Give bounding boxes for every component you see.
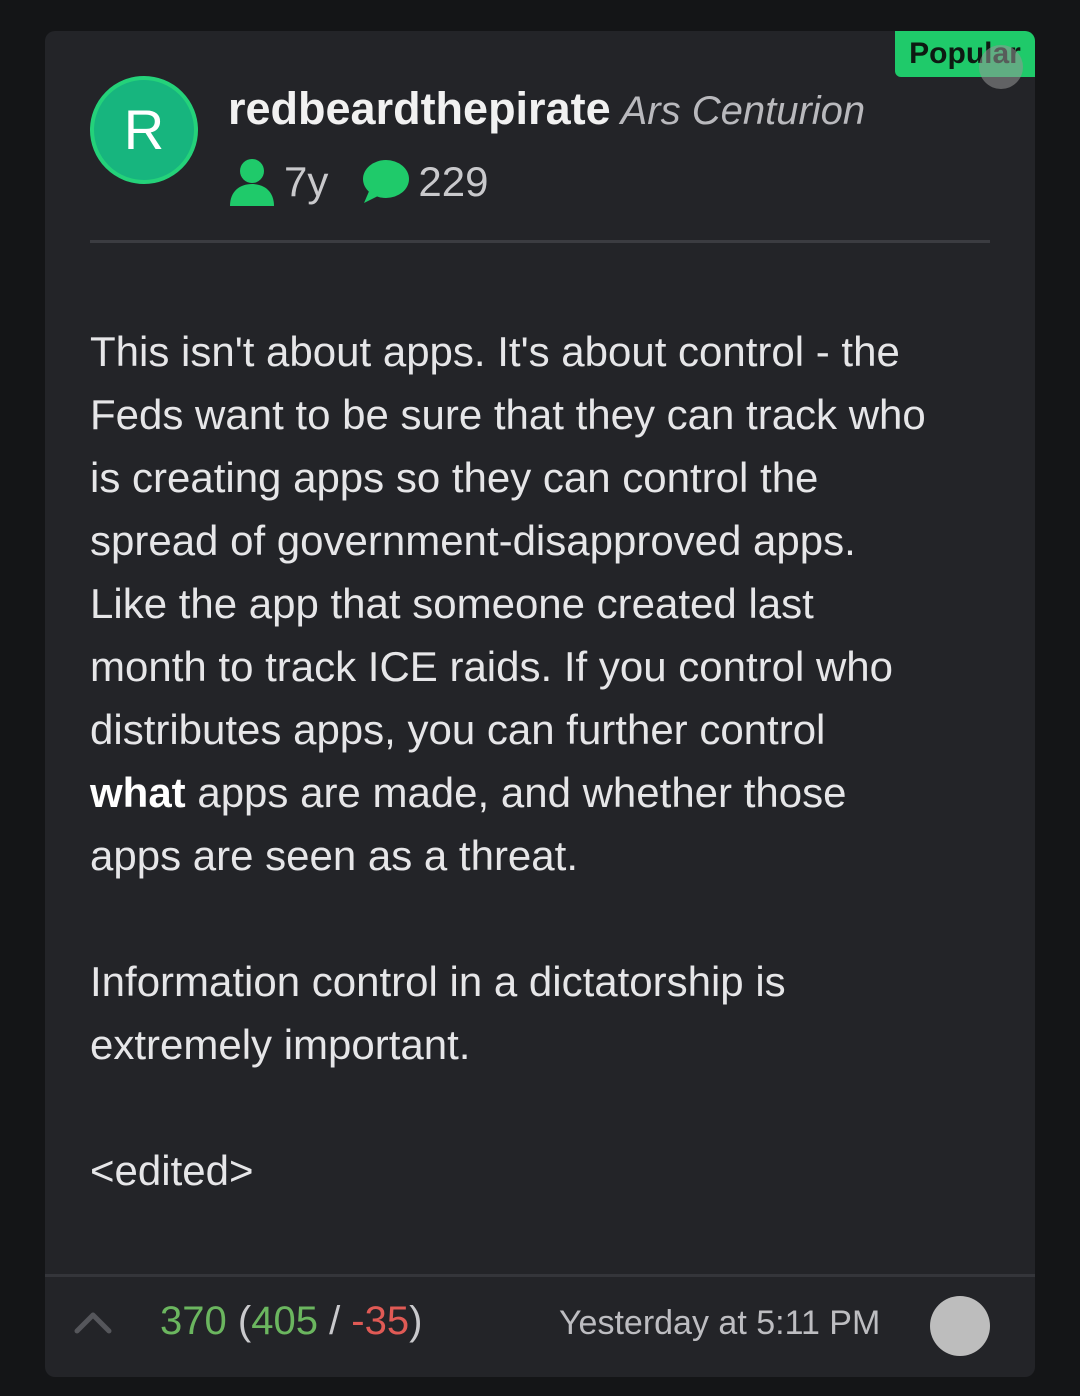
membership-duration: 7y <box>284 158 329 205</box>
body-line: This isn't about apps. It's about contro… <box>90 328 900 375</box>
body-line: month to track ICE raids. If you control… <box>90 643 894 690</box>
vote-score: 370 (405 / -35) <box>160 1299 422 1344</box>
body-line: Information control in a dictatorship is <box>90 958 786 1005</box>
user-title: Ars Centurion <box>620 89 866 133</box>
paren-open: ( <box>237 1299 252 1343</box>
paragraph-1: This isn't about apps. It's about contro… <box>90 320 1010 887</box>
avatar-letter: R <box>123 98 165 161</box>
upvote-chevron-icon[interactable] <box>73 1307 113 1337</box>
comment-body: This isn't about apps. It's about contro… <box>90 320 1010 1202</box>
body-line: Feds want to be sure that they can track… <box>90 391 926 438</box>
reaction-button[interactable] <box>930 1296 990 1356</box>
edited-note: <edited> <box>90 1147 254 1194</box>
author-stats: 7y 229 <box>228 157 518 207</box>
body-line: apps are seen as a threat. <box>90 832 578 879</box>
membership-stat: 7y <box>228 157 328 207</box>
post-count: 229 <box>418 158 489 205</box>
comment-card: Popular R redbeardthepirate Ars Centurion… <box>45 31 1035 1377</box>
post-timestamp[interactable]: Yesterday at 5:11 PM <box>559 1304 880 1343</box>
author-header: redbeardthepirate Ars Centurion <box>228 83 865 135</box>
post-count-stat: 229 <box>358 158 488 206</box>
downvote-count: -35 <box>351 1299 410 1343</box>
person-icon <box>230 159 274 206</box>
username-link[interactable]: redbeardthepirate <box>228 83 611 134</box>
body-line: extremely important. <box>90 1021 471 1068</box>
comment-footer: 370 (405 / -35) Yesterday at 5:11 PM <box>45 1274 1035 1377</box>
body-line: apps are made, and whether those <box>185 769 847 816</box>
overflow-menu-icon[interactable] <box>979 45 1023 89</box>
speech-bubble-icon <box>363 160 410 203</box>
bold-emphasis: what <box>90 769 186 816</box>
upvote-count: 405 <box>251 1299 318 1343</box>
paren-close: ) <box>409 1299 423 1343</box>
body-line: Like the app that someone created last <box>90 580 814 627</box>
body-line: spread of government-disapproved apps. <box>90 517 856 564</box>
avatar[interactable]: R <box>90 76 198 184</box>
paragraph-2: Information control in a dictatorship is… <box>90 950 1010 1076</box>
header-divider <box>90 240 990 243</box>
vote-separator: / <box>317 1299 352 1343</box>
body-line: is creating apps so they can control the <box>90 454 819 501</box>
net-score: 370 <box>160 1299 227 1343</box>
body-line: distributes apps, you can further contro… <box>90 706 826 753</box>
